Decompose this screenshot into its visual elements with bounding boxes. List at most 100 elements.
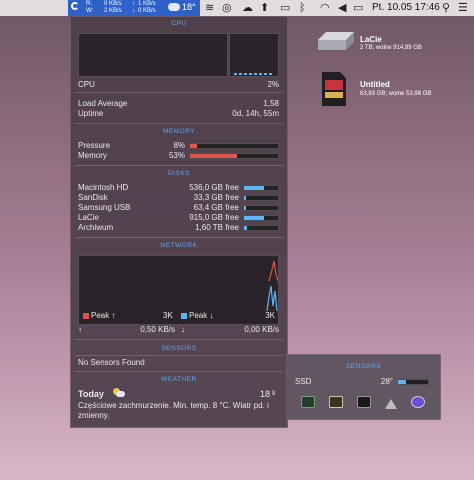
peak-upload-value: 3K: [163, 311, 173, 320]
cpu-core-bar: [269, 73, 272, 75]
cpu-core-bar: [254, 73, 257, 75]
drive-info: 63,83 GB; wolne 53,98 GB: [360, 91, 432, 97]
sensor-value: 28°: [380, 377, 393, 386]
cpu-cores-graph: [229, 33, 279, 77]
net-out-value: 2 KB/s: [104, 8, 122, 14]
spotlight-search-icon[interactable]: ⚲: [442, 1, 450, 15]
cpu-history-graph: [78, 33, 228, 77]
cpu-core-bar: [249, 73, 252, 75]
cpu-section-title: CPU: [171, 20, 187, 27]
disk-usage-fill: [244, 226, 248, 230]
cpu-core-bar: [234, 73, 237, 75]
bluetooth-icon[interactable]: ᛒ: [299, 1, 306, 15]
disk-usage-fill: [244, 186, 265, 190]
console-icon[interactable]: [329, 396, 343, 408]
disk-free: 536,0 GB free: [189, 183, 239, 192]
download-arrow-icon: ↓: [181, 325, 185, 334]
sync-icon[interactable]: ◎: [222, 1, 232, 15]
sensors-popover: SENSORS SSD 28°: [286, 354, 441, 420]
peak-download-swatch: [181, 313, 187, 319]
weather-min-temp: 8: [272, 391, 276, 397]
memory-bar: [189, 153, 279, 159]
disk-usage-bar: [243, 215, 279, 221]
divider: [75, 123, 283, 124]
disk-usage-fill: [244, 206, 246, 210]
notification-center-icon[interactable]: ☰: [458, 1, 468, 15]
weather-temp: 18: [260, 389, 271, 399]
sensor-bar-fill: [398, 380, 407, 384]
disk-name: Archiwum: [78, 223, 114, 232]
upload-cloud-icon[interactable]: ⬆: [260, 1, 269, 15]
pressure-value: 8%: [173, 141, 185, 150]
peak-upload-swatch: [83, 313, 89, 319]
net-up-in-value: 1 KB/s: [138, 1, 156, 7]
partly-cloudy-icon: [113, 388, 125, 397]
divider: [75, 237, 283, 238]
load-average-label: Load Average: [78, 99, 128, 108]
disk-free: 1,60 TB free: [195, 223, 239, 232]
disk-usage-bar: [243, 205, 279, 211]
disk-free: 33,3 GB free: [193, 193, 239, 202]
volume-icon[interactable]: ◀: [338, 1, 346, 15]
net-up-out-value: 0 KB/s: [138, 8, 156, 14]
memory-section-title: MEMORY: [162, 128, 196, 135]
divider: [75, 371, 283, 372]
memory-value: 53%: [168, 151, 185, 160]
menu-bar: R: W: 0 KB/s 2 KB/s ↑ ↓ 1 KB/s 0 KB/s 18…: [0, 0, 474, 16]
download-spikes: [266, 285, 278, 312]
disk-utility-icon[interactable]: [385, 396, 397, 409]
disk-usage-fill: [244, 216, 265, 220]
disk-usage-bar: [243, 195, 279, 201]
istat-dropdown-panel: CPU CPU 2% Load Average 1,58 Uptime 0d, …: [70, 16, 288, 428]
terminal-icon[interactable]: [357, 396, 371, 408]
network-read-label: R:: [86, 1, 92, 7]
download-rate: 0,00 KB/s: [244, 325, 279, 334]
sensor-bar: [397, 379, 429, 385]
clock[interactable]: Pt. 10.05 17:46: [372, 2, 440, 13]
sensors-section-title[interactable]: SENSORS: [71, 345, 287, 352]
disks-section-title: DISKS: [167, 170, 190, 177]
divider: [75, 92, 283, 93]
net-in-value: 0 KB/s: [104, 1, 122, 7]
uptime-label: Uptime: [78, 109, 104, 118]
uptime-value: 0d, 14h, 55m: [232, 109, 279, 118]
airplay-icon[interactable]: ▭: [280, 1, 290, 15]
disk-usage-bar: [243, 185, 279, 191]
peak-upload-label: Peak ↑: [91, 311, 116, 320]
disk-free: 915,0 GB free: [189, 213, 239, 222]
battery-icon[interactable]: ▭: [353, 1, 363, 15]
disk-name: Samsung USB: [78, 203, 131, 212]
cpu-label: CPU: [78, 80, 95, 89]
upload-spikes: [268, 260, 278, 282]
upload-arrow-icon: ↑: [78, 325, 82, 334]
weather-cloud-icon: [168, 3, 180, 11]
istat-menu-item[interactable]: R: W: 0 KB/s 2 KB/s ↑ ↓ 1 KB/s 0 KB/s 18…: [68, 0, 200, 16]
creative-cloud-icon[interactable]: ☁: [242, 1, 253, 15]
activity-icon[interactable]: ≋: [205, 1, 214, 15]
pressure-label: Pressure: [78, 141, 111, 150]
divider: [75, 339, 283, 340]
network-write-label: W:: [86, 8, 94, 14]
cpu-ring-icon: [71, 2, 79, 10]
drive-name: LaCie: [360, 35, 382, 44]
disk-name: SanDisk: [78, 193, 108, 202]
upload-rate: 0,50 KB/s: [140, 325, 175, 334]
download-arrow-icon: ↓: [132, 8, 135, 14]
disk-usage-bar: [243, 225, 279, 231]
upload-arrow-icon: ↑: [132, 1, 135, 7]
divider: [75, 165, 283, 166]
peak-download-label: Peak ↓: [189, 311, 214, 320]
wifi-icon[interactable]: ◠: [320, 1, 330, 15]
activity-monitor-icon[interactable]: [301, 396, 315, 408]
cpu-core-bar: [259, 73, 262, 75]
cpu-core-bar: [244, 73, 247, 75]
load-average-value: 1,58: [263, 99, 279, 108]
sensor-name: SSD: [295, 377, 312, 386]
no-sensors-text: No Sensors Found: [78, 358, 145, 367]
external-drive-icon: [318, 32, 354, 50]
weather-section-title: WEATHER: [161, 376, 197, 383]
network-section-title: NETWORK: [160, 242, 198, 249]
sd-card-icon: [322, 72, 346, 106]
system-info-icon[interactable]: [411, 396, 425, 408]
memory-label: Memory: [78, 151, 107, 160]
